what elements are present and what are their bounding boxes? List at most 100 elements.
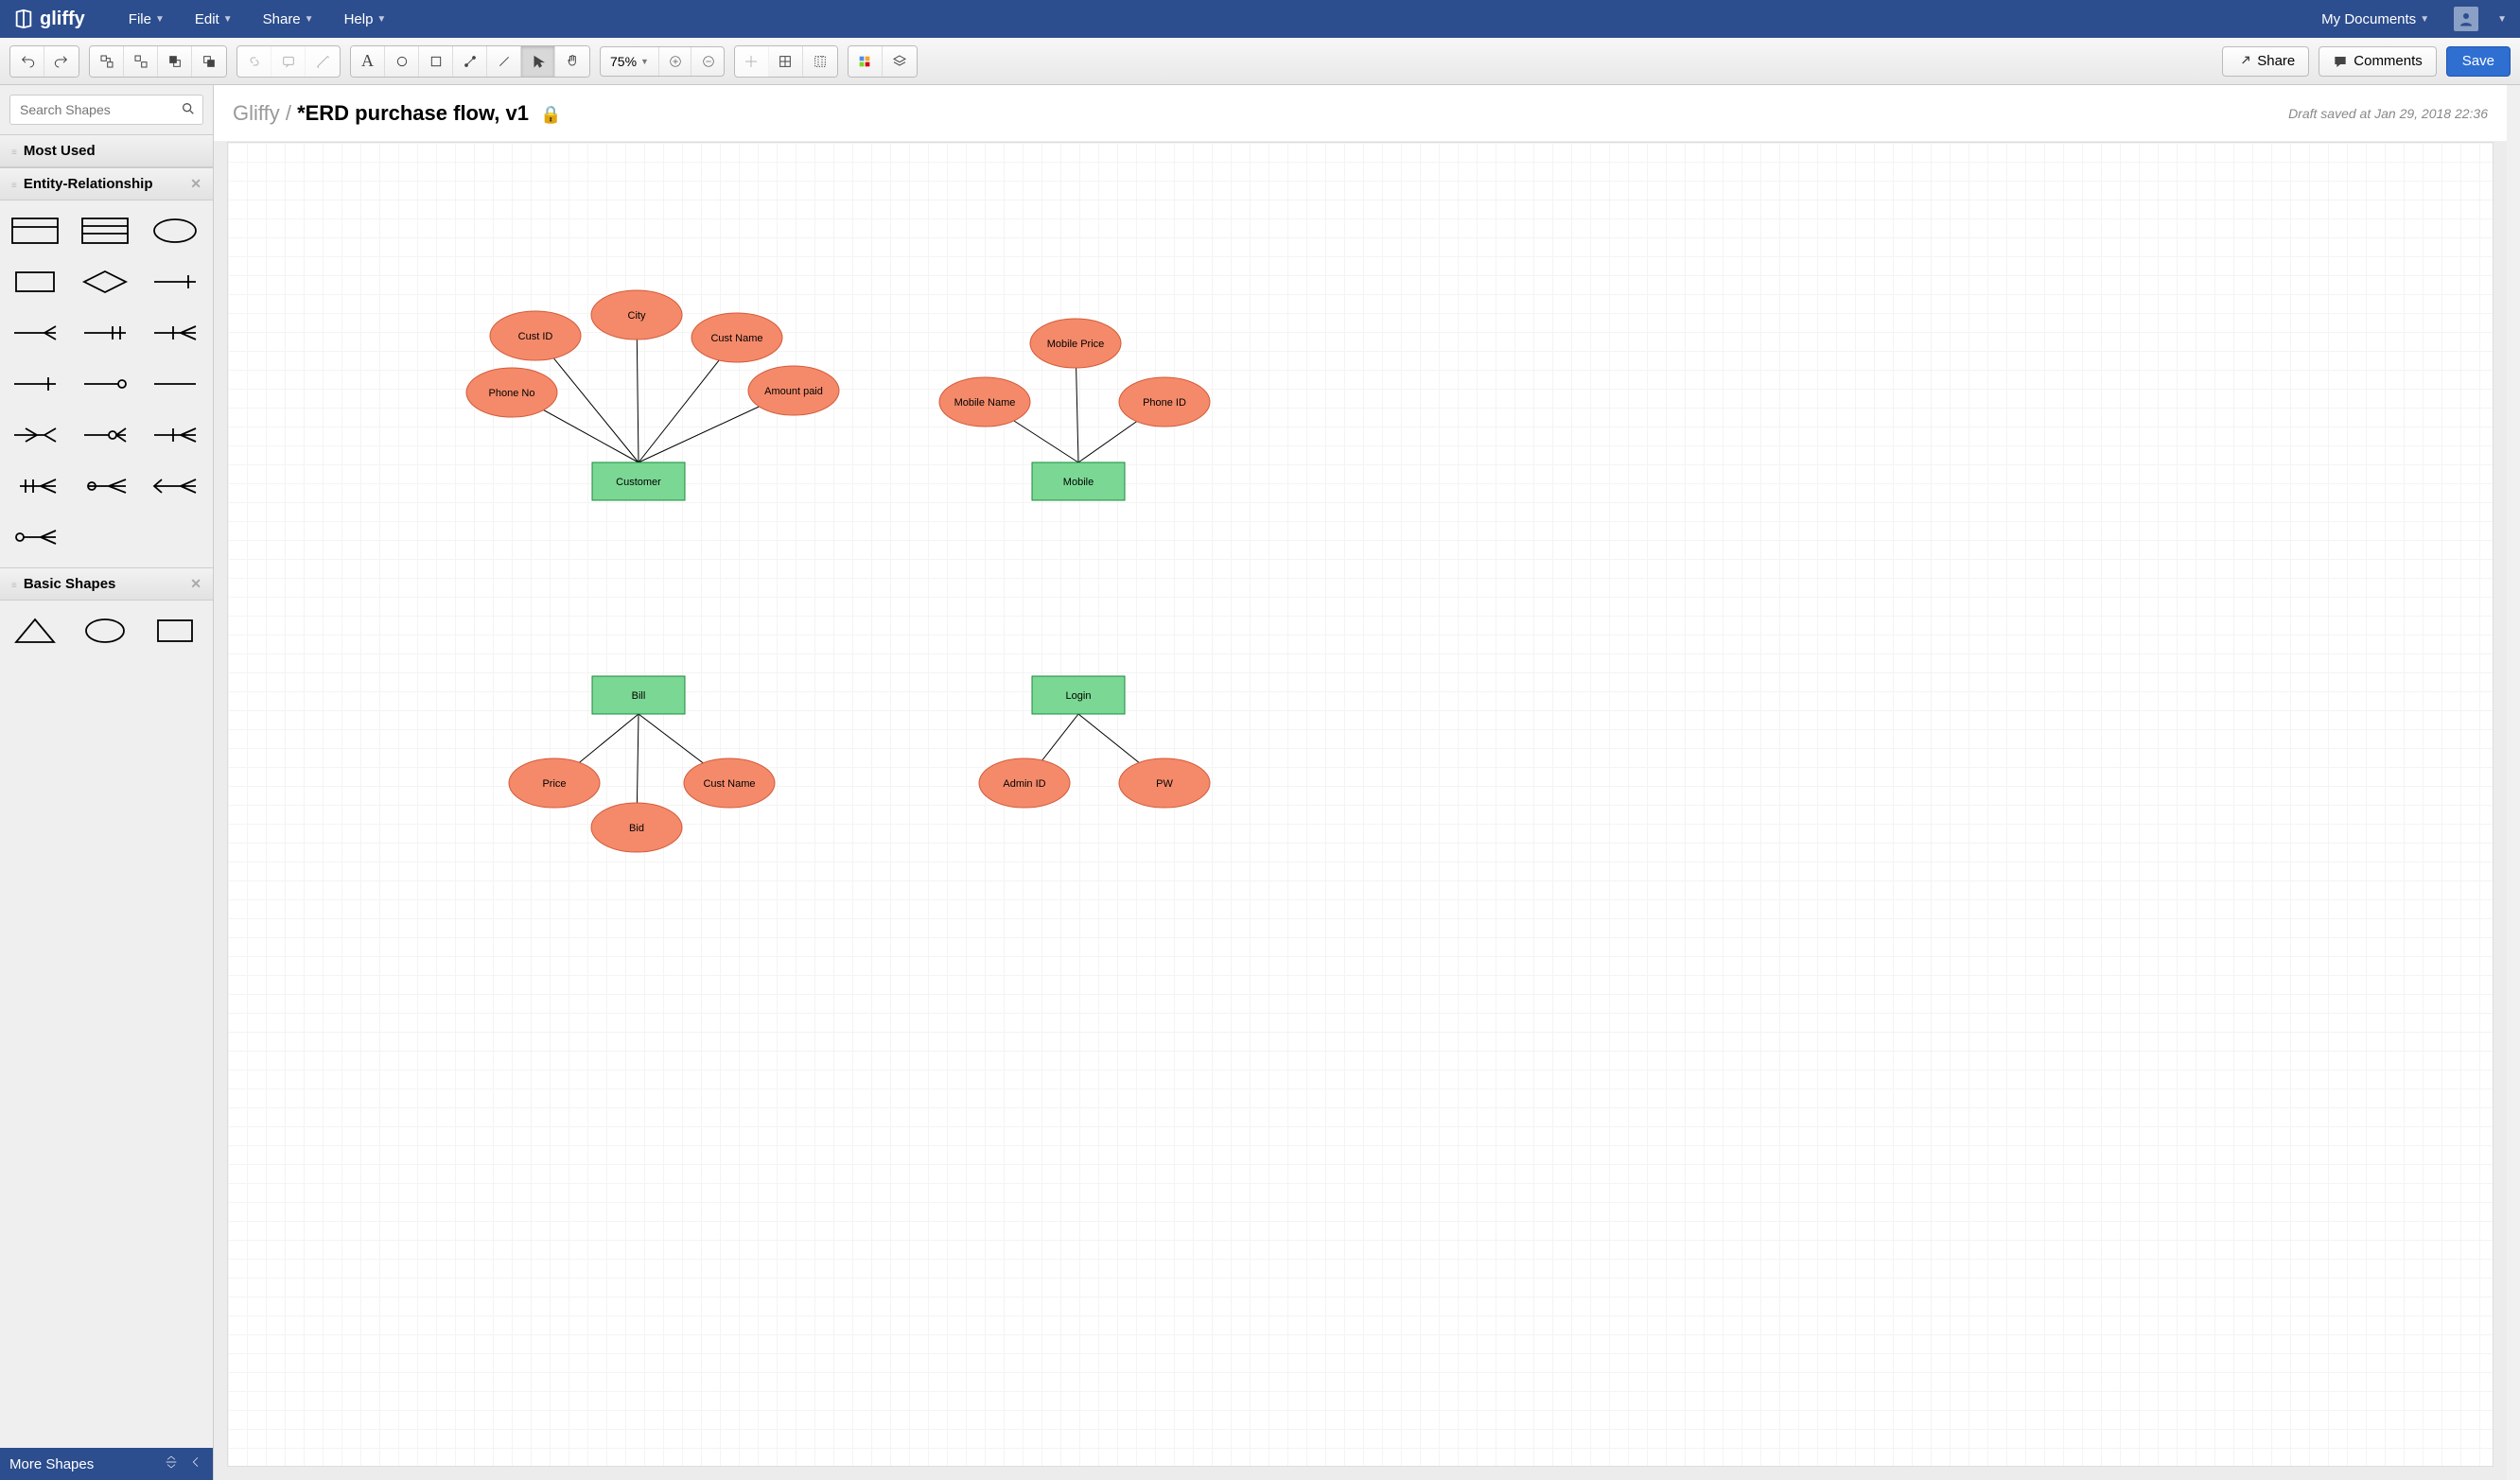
connector-icon bbox=[463, 54, 478, 69]
er-entity2-shape[interactable] bbox=[79, 214, 131, 248]
er-entity-shape[interactable] bbox=[9, 214, 61, 248]
menu-my-documents[interactable]: My Documents▼ bbox=[2316, 8, 2435, 31]
zoom-out-icon bbox=[701, 54, 716, 69]
er-line-oneone[interactable] bbox=[79, 316, 131, 350]
user-avatar[interactable] bbox=[2454, 7, 2478, 31]
collapse-vertical-icon[interactable] bbox=[164, 1454, 179, 1473]
er-rect-shape[interactable] bbox=[9, 265, 61, 299]
zoom-in-button[interactable] bbox=[661, 47, 691, 76]
er-line-manymany[interactable] bbox=[149, 316, 201, 350]
document-header: Gliffy / *ERD purchase flow, v1 🔒 Draft … bbox=[214, 85, 2507, 142]
bring-front-button[interactable] bbox=[158, 46, 192, 77]
panel-basic-shapes[interactable]: ≡Basic Shapes ✕ bbox=[0, 567, 213, 601]
drag-handle-icon: ≡ bbox=[11, 181, 18, 191]
er-line-many[interactable] bbox=[9, 316, 61, 350]
app-logo[interactable]: gliffy bbox=[13, 9, 85, 30]
share-icon bbox=[2236, 54, 2251, 69]
attribute-label: Amount paid bbox=[764, 386, 823, 397]
menu-file[interactable]: File▼ bbox=[123, 8, 170, 31]
text-icon: A bbox=[361, 51, 374, 71]
link-button bbox=[237, 46, 271, 77]
menu-share[interactable]: Share▼ bbox=[257, 8, 320, 31]
attribute-label: Bid bbox=[629, 823, 644, 834]
er-line-d[interactable] bbox=[9, 418, 61, 452]
ungroup-button[interactable] bbox=[124, 46, 158, 77]
chevron-down-icon: ▼ bbox=[376, 14, 386, 25]
guides-button[interactable] bbox=[803, 46, 837, 77]
ungroup-icon bbox=[133, 54, 149, 69]
zoom-control: 75%▼ bbox=[600, 46, 725, 77]
chevron-down-icon[interactable]: ▼ bbox=[2497, 14, 2507, 25]
panel-entity-relationship[interactable]: ≡Entity-Relationship ✕ bbox=[0, 167, 213, 200]
grid-button[interactable] bbox=[769, 46, 803, 77]
breadcrumb[interactable]: Gliffy bbox=[233, 101, 280, 125]
line-tool[interactable] bbox=[487, 46, 521, 77]
entity-label: Login bbox=[1066, 690, 1092, 702]
connector-tool[interactable] bbox=[453, 46, 487, 77]
chevron-down-icon: ▼ bbox=[223, 14, 233, 25]
pan-tool[interactable] bbox=[555, 46, 589, 77]
triangle-shape[interactable] bbox=[9, 614, 61, 648]
ellipse-tool[interactable] bbox=[385, 46, 419, 77]
theme-icon bbox=[857, 54, 872, 69]
menu-edit[interactable]: Edit▼ bbox=[189, 8, 238, 31]
document-title[interactable]: *ERD purchase flow, v1 bbox=[297, 101, 529, 125]
er-line-f[interactable] bbox=[149, 418, 201, 452]
er-line-c[interactable] bbox=[149, 367, 201, 401]
lock-icon: 🔒 bbox=[540, 105, 561, 124]
er-line-j[interactable] bbox=[9, 520, 61, 554]
attribute-label: PW bbox=[1156, 778, 1173, 790]
guides-icon bbox=[813, 54, 828, 69]
send-back-button[interactable] bbox=[192, 46, 226, 77]
er-line-a[interactable] bbox=[9, 367, 61, 401]
entity-label: Mobile bbox=[1063, 477, 1094, 488]
vertical-scrollbar[interactable] bbox=[2507, 85, 2520, 1480]
attribute-label: Price bbox=[542, 778, 566, 790]
attribute-label: Phone ID bbox=[1143, 397, 1186, 409]
er-attribute-shape[interactable] bbox=[149, 214, 201, 248]
search-icon[interactable] bbox=[181, 101, 196, 121]
rect-shape[interactable] bbox=[149, 614, 201, 648]
attribute-label: Cust ID bbox=[518, 331, 553, 342]
zoom-select[interactable]: 75%▼ bbox=[601, 47, 659, 76]
canvas[interactable]: CustomerMobileBillLoginPhone NoCust IDCi… bbox=[227, 142, 2494, 1467]
pointer-tool[interactable] bbox=[521, 46, 555, 77]
theme-button[interactable] bbox=[849, 46, 883, 77]
chevron-down-icon: ▼ bbox=[640, 57, 649, 66]
entity-label: Bill bbox=[632, 690, 646, 702]
save-button[interactable]: Save bbox=[2446, 46, 2511, 77]
panel-most-used[interactable]: ≡Most Used bbox=[0, 134, 213, 167]
er-line-e[interactable] bbox=[79, 418, 131, 452]
snap-button bbox=[735, 46, 769, 77]
close-icon[interactable]: ✕ bbox=[190, 576, 201, 592]
search-input[interactable] bbox=[9, 95, 203, 125]
group-button[interactable] bbox=[90, 46, 124, 77]
menu-help[interactable]: Help▼ bbox=[339, 8, 393, 31]
ellipse-shape[interactable] bbox=[79, 614, 131, 648]
close-icon[interactable]: ✕ bbox=[190, 176, 201, 192]
save-status: Draft saved at Jan 29, 2018 22:36 bbox=[2288, 106, 2488, 121]
er-line-i[interactable] bbox=[149, 469, 201, 503]
er-line-b[interactable] bbox=[79, 367, 131, 401]
undo-button[interactable] bbox=[10, 46, 44, 77]
text-tool[interactable]: A bbox=[351, 46, 385, 77]
redo-button[interactable] bbox=[44, 46, 79, 77]
comments-button[interactable]: Comments bbox=[2319, 46, 2437, 77]
share-button[interactable]: Share bbox=[2222, 46, 2309, 77]
grid-icon bbox=[778, 54, 793, 69]
collapse-sidebar-icon[interactable] bbox=[188, 1454, 203, 1473]
er-line-h[interactable] bbox=[79, 469, 131, 503]
er-relation-shape[interactable] bbox=[79, 265, 131, 299]
undo-icon bbox=[20, 54, 35, 69]
er-line-g[interactable] bbox=[9, 469, 61, 503]
layers-button[interactable] bbox=[883, 46, 917, 77]
rect-tool[interactable] bbox=[419, 46, 453, 77]
more-shapes-button[interactable]: More Shapes bbox=[9, 1456, 94, 1472]
er-shapes bbox=[0, 200, 213, 567]
er-line-one[interactable] bbox=[149, 265, 201, 299]
sidebar-footer: More Shapes bbox=[0, 1448, 213, 1480]
zoom-out-button[interactable] bbox=[693, 47, 724, 76]
square-icon bbox=[429, 54, 444, 69]
user-icon bbox=[2458, 10, 2475, 27]
entity-label: Customer bbox=[616, 477, 661, 488]
